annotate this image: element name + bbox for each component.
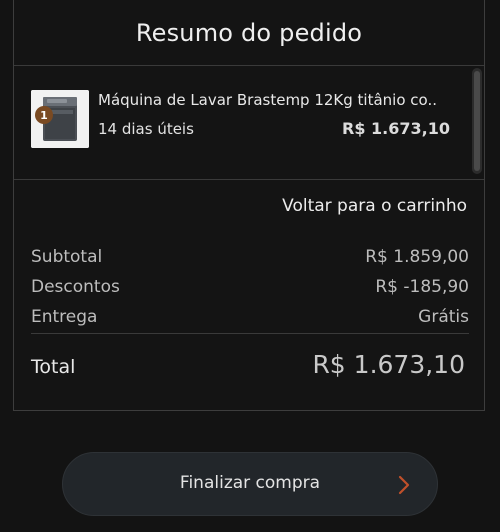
subtotal-label: Subtotal [31,247,103,267]
chevron-right-icon [398,475,410,495]
product-price: R$ 1.673,10 [342,119,450,138]
divider [31,333,469,334]
delivery-value: Grátis [418,307,469,327]
discount-row: Descontos R$ -185,90 [31,277,469,297]
scrollbar-thumb[interactable] [474,71,480,171]
panel-header: Resumo do pedido [14,0,484,66]
delivery-time: 14 dias úteis [98,120,194,138]
page-title: Resumo do pedido [135,18,363,47]
subtotal-row: Subtotal R$ 1.859,00 [31,247,469,267]
discount-label: Descontos [31,277,120,297]
quantity-badge: 1 [35,106,53,124]
delivery-label: Entrega [31,307,98,327]
discount-value: R$ -185,90 [375,277,469,297]
total-value: R$ 1.673,10 [312,350,465,379]
delivery-row: Entrega Grátis [31,307,469,327]
back-to-cart-link[interactable]: Voltar para o carrinho [282,196,467,216]
subtotal-value: R$ 1.859,00 [365,247,469,267]
order-summary-panel: Resumo do pedido 1 Máquina de Lavar Bras… [13,0,485,411]
product-name[interactable]: Máquina de Lavar Brastemp 12Kg titânio c… [98,91,438,109]
item-list-scrollbar[interactable] [472,68,482,174]
checkout-button[interactable]: Finalizar compra [62,452,438,516]
checkout-button-label: Finalizar compra [179,473,321,493]
total-label: Total [31,356,76,378]
cart-item-list: 1 Máquina de Lavar Brastemp 12Kg titânio… [14,66,484,180]
